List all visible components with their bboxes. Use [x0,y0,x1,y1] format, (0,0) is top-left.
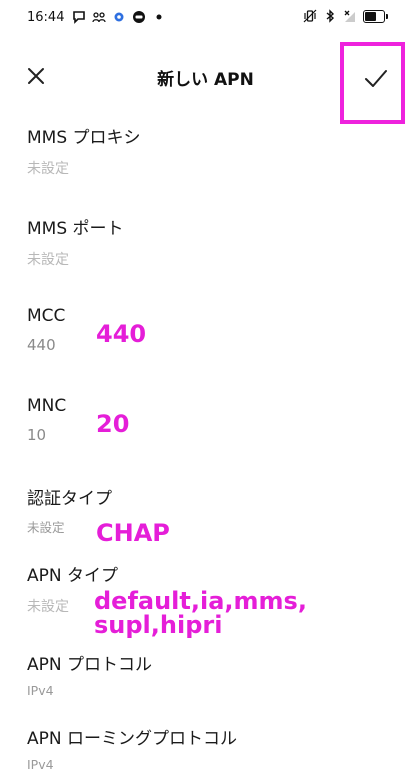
line-app-icon [133,11,145,23]
field-mcc[interactable]: MCC 440 [27,306,65,354]
annotation-apn-type-line2: supl,hipri [94,611,223,639]
field-apn-roaming-protocol[interactable]: APN ローミングプロトコル IPv4 [27,724,237,772]
status-left-icons [72,10,166,24]
field-label: MMS プロキシ [27,128,141,148]
annotation-auth: CHAP [96,519,170,547]
status-bar: 16:44 [0,0,411,34]
field-mms-proxy[interactable]: MMS プロキシ 未設定 [27,123,141,178]
field-label: 認証タイプ [27,489,112,509]
field-value: 10 [27,426,47,444]
people-icon [92,12,106,23]
annotation-mnc: 20 [96,410,130,438]
field-mms-port[interactable]: MMS ポート 未設定 [27,214,124,269]
field-value: 未設定 [27,252,69,268]
battery-icon [363,9,388,23]
vibrate-icon [303,9,317,23]
bluetooth-icon [326,9,335,23]
field-label: APN プロトコル [27,655,153,675]
dot-icon [156,14,162,20]
field-label: MMS ポート [27,219,124,239]
field-apn-protocol[interactable]: APN プロトコル IPv4 [27,650,152,698]
field-label: MNC [27,396,67,416]
message-icon [73,11,85,24]
check-icon[interactable] [360,62,392,94]
field-value: IPv4 [27,683,54,698]
field-label: APN タイプ [27,566,119,586]
field-value: 440 [27,336,56,354]
field-label: APN ローミングプロトコル [27,729,238,749]
no-signal-icon [344,10,355,22]
field-label: MCC [27,306,66,326]
field-value: IPv4 [27,757,54,772]
field-mnc[interactable]: MNC 10 [27,396,66,444]
gear-icon [114,12,124,22]
status-time: 16:44 [27,10,65,25]
annotation-mcc: 440 [96,320,147,348]
field-value: 未設定 [27,161,69,177]
status-right-icons [303,9,388,23]
